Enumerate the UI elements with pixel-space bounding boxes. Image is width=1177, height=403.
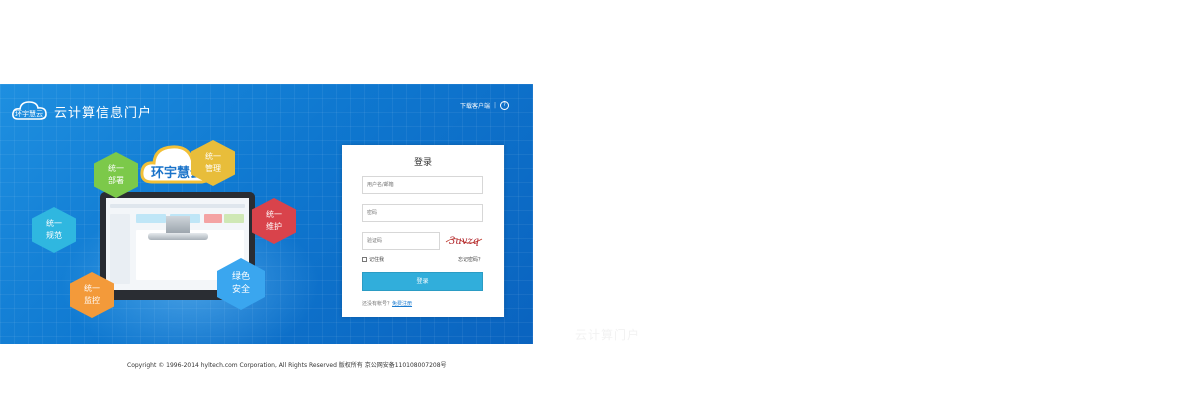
monitor-base <box>148 233 208 240</box>
hex-label: 统一 部署 <box>108 164 124 185</box>
username-input[interactable] <box>362 176 483 194</box>
hex-unified-standard: 统一 规范 <box>32 207 76 253</box>
footer-copyright: Copyright © 1996-2014 hyltech.com Corpor… <box>127 362 447 369</box>
remember-me[interactable]: 记住我 <box>362 256 384 263</box>
captcha-text: 3uvzq <box>449 236 479 247</box>
login-title: 登录 <box>413 158 432 168</box>
ghost-watermark-text: 云计算门户 <box>575 328 641 342</box>
top-links: 下载客户端 | ? <box>460 101 509 110</box>
hex-label: 绿色 安全 <box>231 272 250 295</box>
logo-title: 云计算信息门户 <box>54 105 153 121</box>
captcha-input[interactable] <box>362 232 440 250</box>
site-logo[interactable]: 环宇慧云 云计算信息门户 <box>12 100 152 122</box>
login-card: 登录 3uvzq 记住我 忘记密码？ 登录 还没有帐号？免费注册 <box>342 145 504 317</box>
cloud-logo-icon: 环宇慧云 <box>12 101 47 120</box>
hex-label: 统一 维护 <box>266 210 282 231</box>
remember-label: 记住我 <box>369 257 385 263</box>
hex-label: 统一 规范 <box>46 219 62 240</box>
register-prompt: 还没有帐号？免费注册 <box>362 300 412 307</box>
remember-checkbox[interactable] <box>362 257 367 262</box>
svg-text:环宇慧云: 环宇慧云 <box>15 109 43 118</box>
download-client-link[interactable]: 下载客户端 <box>460 101 490 110</box>
login-button[interactable]: 登录 <box>362 272 483 291</box>
captcha-image[interactable]: 3uvzq <box>444 232 484 248</box>
forgot-password-link[interactable]: 忘记密码？ <box>458 256 483 263</box>
register-prompt-text: 还没有帐号？ <box>362 301 393 307</box>
separator: | <box>493 102 496 109</box>
help-icon[interactable]: ? <box>500 101 509 110</box>
password-input[interactable] <box>362 204 483 222</box>
hex-label: 统一 管理 <box>205 152 221 173</box>
register-link[interactable]: 免费注册 <box>392 301 412 307</box>
monitor-stand <box>166 216 190 234</box>
hex-label: 统一 监控 <box>84 284 100 305</box>
